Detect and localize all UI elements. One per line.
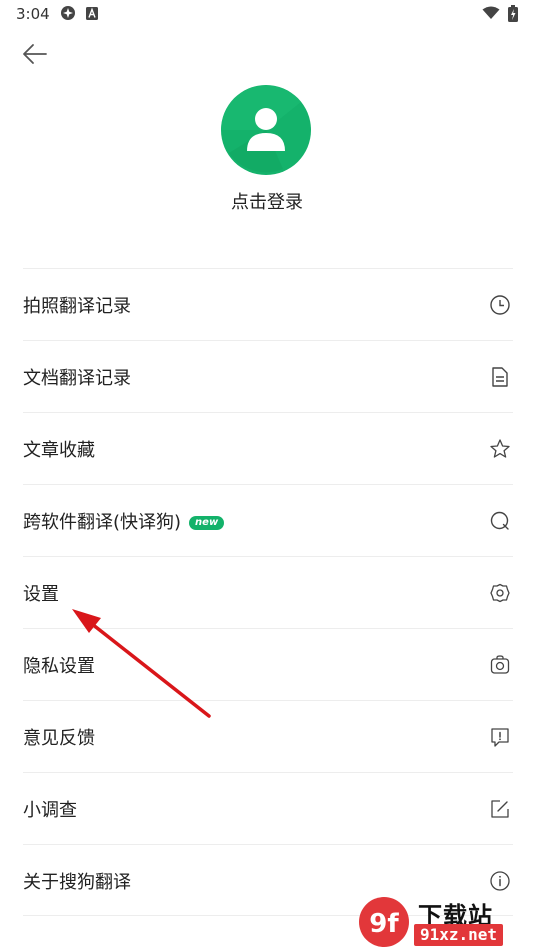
login-link[interactable]: 点击登录 bbox=[0, 188, 534, 214]
ai-sparkle-icon bbox=[61, 6, 75, 20]
battery-charging-icon bbox=[508, 5, 518, 22]
back-button[interactable] bbox=[20, 40, 50, 68]
wifi-icon bbox=[482, 6, 500, 19]
menu-item-text: 跨软件翻译(快译狗) bbox=[23, 512, 182, 533]
menu-item-label: 拍照翻译记录 bbox=[23, 296, 131, 317]
clock-icon bbox=[490, 295, 510, 315]
menu-item-cross-app-translate[interactable]: 跨软件翻译(快译狗) new bbox=[23, 484, 513, 556]
menu-item-favorites[interactable]: 文章收藏 bbox=[23, 412, 513, 484]
menu-item-label: 小调查 bbox=[23, 800, 77, 821]
menu-item-label: 文章收藏 bbox=[23, 440, 95, 461]
status-time: 3:04 bbox=[16, 5, 50, 23]
settings-gear-icon bbox=[490, 583, 510, 603]
menu-item-label: 隐私设置 bbox=[23, 656, 95, 677]
app-a-icon bbox=[86, 7, 98, 20]
feedback-icon bbox=[491, 728, 509, 747]
edit-icon bbox=[491, 800, 509, 818]
new-badge: new bbox=[189, 516, 225, 530]
menu-list: 拍照翻译记录 文档翻译记录 文章收藏 跨软件翻译(快译狗) new 设置 隐私设… bbox=[23, 268, 513, 916]
camera-lock-icon bbox=[490, 655, 510, 674]
watermark: 9f 下载站 91xz.net bbox=[358, 896, 530, 948]
menu-item-label: 跨软件翻译(快译狗) new bbox=[23, 508, 225, 534]
user-avatar-icon[interactable] bbox=[221, 85, 311, 175]
document-icon bbox=[492, 367, 508, 387]
menu-item-label: 文档翻译记录 bbox=[23, 368, 131, 389]
watermark-logo-text: 9f bbox=[369, 909, 399, 939]
menu-item-survey[interactable]: 小调查 bbox=[23, 772, 513, 844]
watermark-url: 91xz.net bbox=[414, 924, 504, 946]
star-icon bbox=[490, 439, 510, 458]
menu-item-feedback[interactable]: 意见反馈 bbox=[23, 700, 513, 772]
status-bar: 3:04 bbox=[0, 0, 534, 28]
watermark-logo-icon: 9f bbox=[359, 897, 409, 947]
menu-item-photo-history[interactable]: 拍照翻译记录 bbox=[23, 268, 513, 340]
menu-item-label: 关于搜狗翻译 bbox=[23, 872, 131, 893]
search-icon bbox=[490, 511, 509, 530]
menu-item-privacy-settings[interactable]: 隐私设置 bbox=[23, 628, 513, 700]
menu-item-label: 意见反馈 bbox=[23, 728, 95, 749]
menu-item-settings[interactable]: 设置 bbox=[23, 556, 513, 628]
menu-item-document-history[interactable]: 文档翻译记录 bbox=[23, 340, 513, 412]
info-icon bbox=[490, 871, 510, 891]
menu-item-label: 设置 bbox=[23, 584, 59, 605]
